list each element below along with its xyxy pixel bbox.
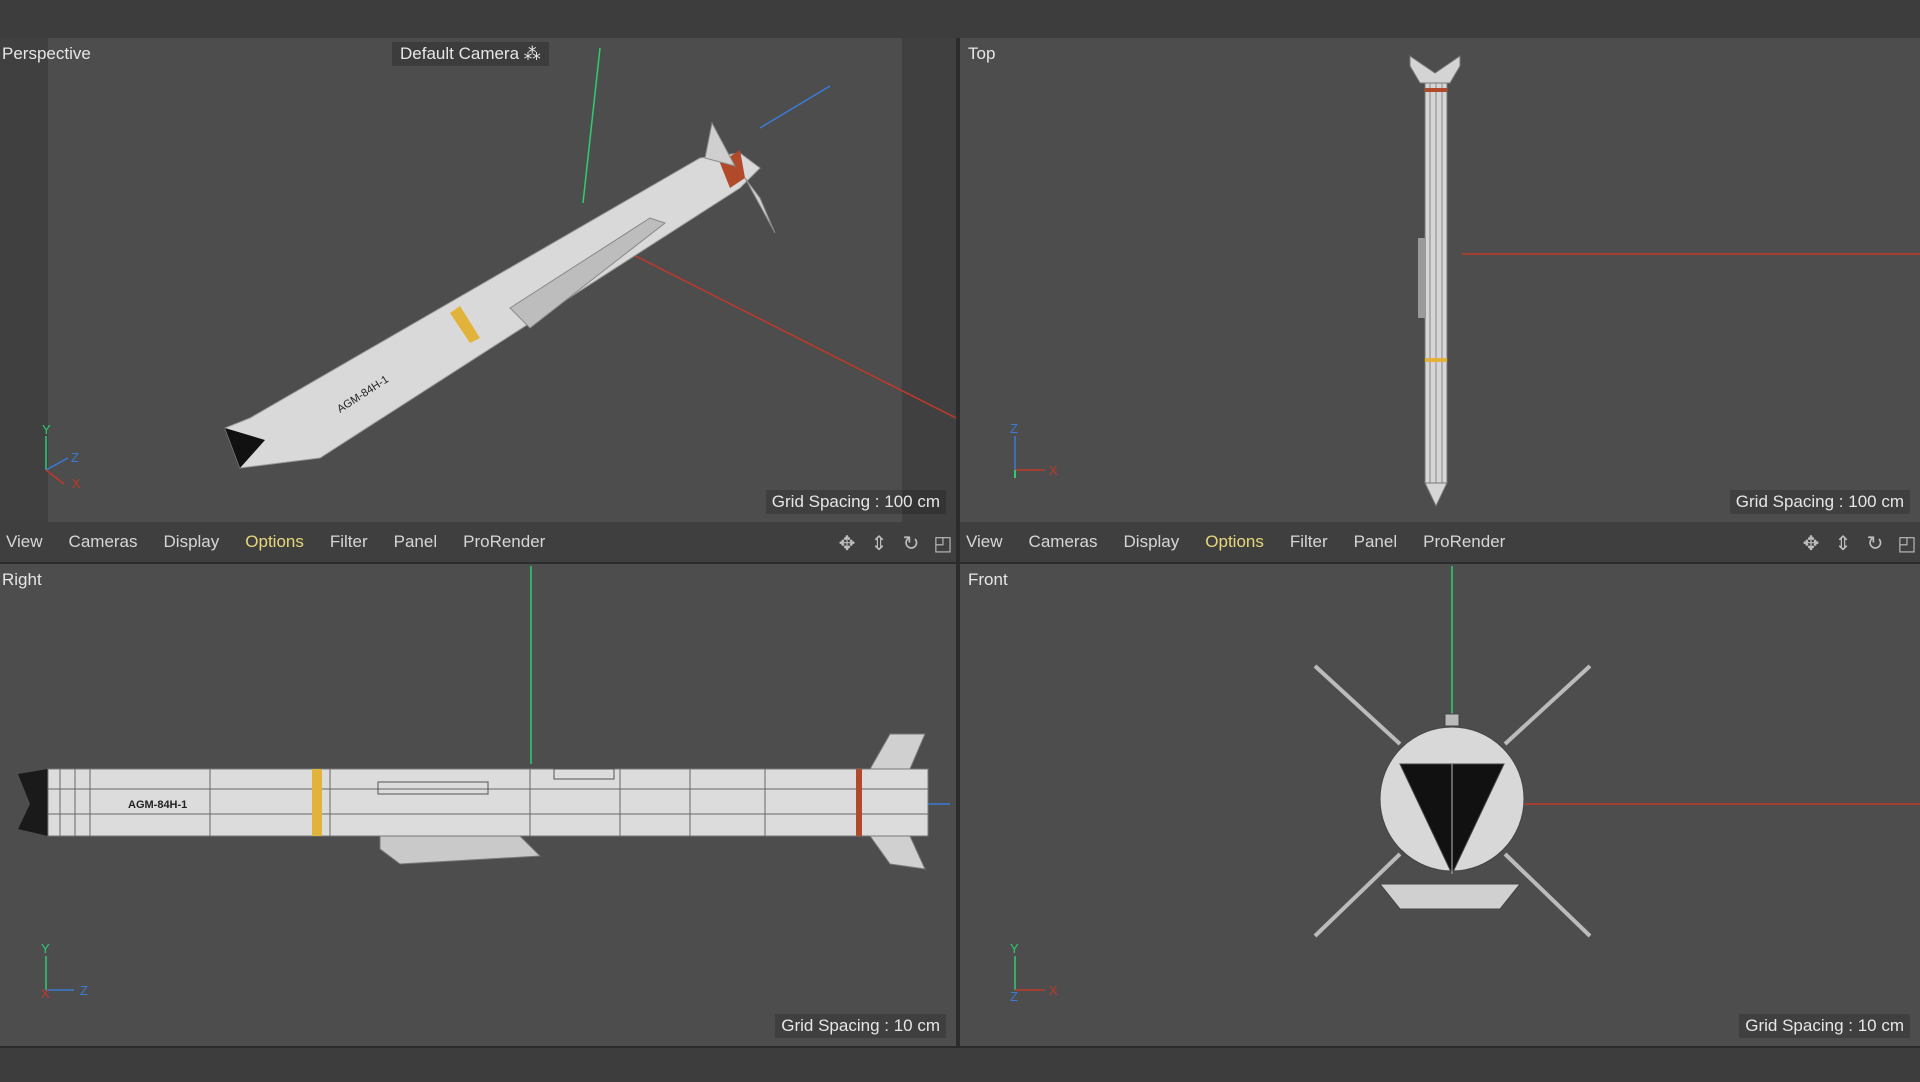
grid-spacing-label: Grid Spacing : 10 cm (775, 1014, 946, 1038)
grid-spacing-label: Grid Spacing : 100 cm (765, 490, 946, 514)
right-scene: AGM-84H-1 (18, 566, 950, 870)
menu-options[interactable]: Options (245, 532, 304, 552)
view-tools: ✥ ⇕ ↻ ◰ (1798, 530, 1920, 556)
viewport-label: Top (968, 44, 996, 63)
menu-prorender[interactable]: ProRender (463, 532, 545, 552)
maximize-view-icon[interactable]: ◰ (1894, 530, 1920, 556)
viewport-perspective[interactable]: AGM-84H-1 Perspective Default Camera ⁂ Y… (0, 38, 956, 522)
axis-gizmo: Z X (1010, 421, 1058, 478)
camera-icon: ⁂ (523, 44, 541, 63)
axis-label-z: Z (1010, 989, 1018, 1004)
viewport-label: Front (968, 570, 1008, 589)
missile-side: AGM-84H-1 (18, 733, 929, 870)
axis-label-y: Y (41, 941, 50, 956)
axis-label-x: X (72, 476, 81, 488)
axis-label-y: Y (1010, 941, 1019, 956)
axis-label-z: Z (80, 983, 88, 998)
menu-display[interactable]: Display (164, 532, 220, 552)
grid-spacing-label: Grid Spacing : 100 cm (1729, 490, 1910, 514)
perspective-scene: AGM-84H-1 (224, 47, 956, 469)
rotate-view-icon[interactable]: ↻ (898, 530, 924, 556)
viewport-front[interactable]: Front Y Z X Grid Spacing : 10 cm (960, 564, 1920, 1046)
axis-label-y: Y (42, 422, 51, 437)
axis-label-x: X (1049, 983, 1058, 998)
top-strip (0, 0, 1920, 38)
front-scene (1313, 566, 1920, 938)
top-scene (1409, 55, 1920, 508)
z-axis-line (759, 85, 831, 129)
viewport-label: Perspective (2, 44, 91, 63)
viewport-menubar-left: View Cameras Display Options Filter Pane… (0, 522, 956, 564)
view-tools: ✥ ⇕ ↻ ◰ (834, 530, 956, 556)
rotate-view-icon[interactable]: ↻ (1862, 530, 1888, 556)
axis-gizmo: Y Z X (1010, 941, 1058, 1004)
menu-filter[interactable]: Filter (330, 532, 368, 552)
menu-cameras[interactable]: Cameras (1029, 532, 1098, 552)
axis-gizmo: Y X Z (41, 941, 88, 1001)
axis-label-x: X (1049, 463, 1058, 478)
axis-label-z: Z (1010, 421, 1018, 436)
menu-view[interactable]: View (966, 532, 1003, 552)
menu-filter[interactable]: Filter (1290, 532, 1328, 552)
x-axis-line (599, 237, 956, 419)
missile-marking: AGM-84H-1 (128, 799, 187, 811)
maximize-view-icon[interactable]: ◰ (930, 530, 956, 556)
move-view-icon[interactable]: ✥ (1798, 530, 1824, 556)
axis-gizmo: Y Z X (42, 422, 81, 488)
menu-cameras[interactable]: Cameras (69, 532, 138, 552)
axis-label-z: Z (71, 450, 79, 465)
viewport-divider[interactable] (956, 38, 960, 1046)
viewport-top[interactable]: Top Z X Grid Spacing : 100 cm (960, 38, 1920, 522)
missile-top (1409, 55, 1461, 508)
grid-spacing-label: Grid Spacing : 10 cm (1739, 1014, 1910, 1038)
viewport-menubar-right: View Cameras Display Options Filter Pane… (960, 522, 1920, 564)
menu-panel[interactable]: Panel (1354, 532, 1397, 552)
move-view-icon[interactable]: ✥ (834, 530, 860, 556)
bottom-strip (0, 1046, 1920, 1082)
zoom-view-icon[interactable]: ⇕ (1830, 530, 1856, 556)
camera-selector[interactable]: Default Camera ⁂ (392, 42, 549, 66)
viewport-label: Right (2, 570, 42, 589)
zoom-view-icon[interactable]: ⇕ (866, 530, 892, 556)
menu-display[interactable]: Display (1124, 532, 1180, 552)
menu-prorender[interactable]: ProRender (1423, 532, 1505, 552)
menu-panel[interactable]: Panel (394, 532, 437, 552)
camera-name: Default Camera (400, 44, 520, 63)
viewport-right[interactable]: AGM-84H-1 Right Y X Z Grid Spacing : 10 … (0, 564, 956, 1046)
axis-label-x: X (41, 986, 50, 1001)
y-axis-line (582, 47, 601, 204)
menu-view[interactable]: View (6, 532, 43, 552)
missile-perspective: AGM-84H-1 (224, 121, 776, 469)
menu-options[interactable]: Options (1205, 532, 1264, 552)
